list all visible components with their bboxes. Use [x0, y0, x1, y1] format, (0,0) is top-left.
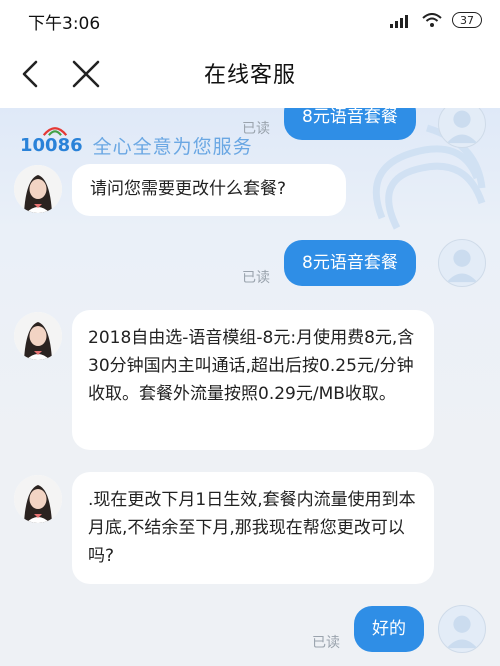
agent-avatar-icon	[14, 312, 62, 360]
user-avatar-icon	[438, 239, 486, 287]
message-bubble-user: 好的	[354, 606, 424, 652]
message-bubble-agent: 请问您需要更改什么套餐?	[72, 164, 346, 216]
message-bubble-agent: 2018自由选-语音模组-8元:月使用费8元,含30分钟国内主叫通话,超出后按0…	[72, 310, 434, 450]
chat-area[interactable]: 已读 8元语音套餐 10086 全心全意为您服务 请问您需要更改什么套餐? 已读…	[0, 108, 500, 666]
message-bubble-user: 8元语音套餐	[284, 108, 416, 140]
brand-banner: 10086 全心全意为您服务	[20, 127, 253, 159]
message-bubble-agent: .现在更改下月1日生效,套餐内流量使用到本月底,不结余至下月,那我现在帮您更改可…	[72, 472, 434, 584]
signal-arc-icon	[42, 127, 68, 136]
brand-number: 10086	[20, 127, 83, 156]
page-title: 在线客服	[203, 63, 296, 88]
status-bar: 下午3:06 37	[0, 0, 500, 40]
user-avatar-icon	[438, 605, 486, 653]
read-receipt: 已读	[242, 270, 270, 286]
signal-icon	[390, 12, 412, 28]
top-nav-bar: 在线客服	[0, 40, 500, 108]
agent-avatar-icon	[14, 165, 62, 213]
status-icons: 37	[390, 12, 482, 28]
read-receipt: 已读	[312, 635, 340, 651]
message-bubble-user: 8元语音套餐	[284, 240, 416, 286]
brand-slogan: 全心全意为您服务	[92, 136, 253, 158]
agent-avatar-icon	[14, 475, 62, 523]
status-time: 下午3:06	[28, 14, 101, 34]
battery-indicator: 37	[452, 12, 482, 28]
wifi-icon	[422, 13, 442, 27]
